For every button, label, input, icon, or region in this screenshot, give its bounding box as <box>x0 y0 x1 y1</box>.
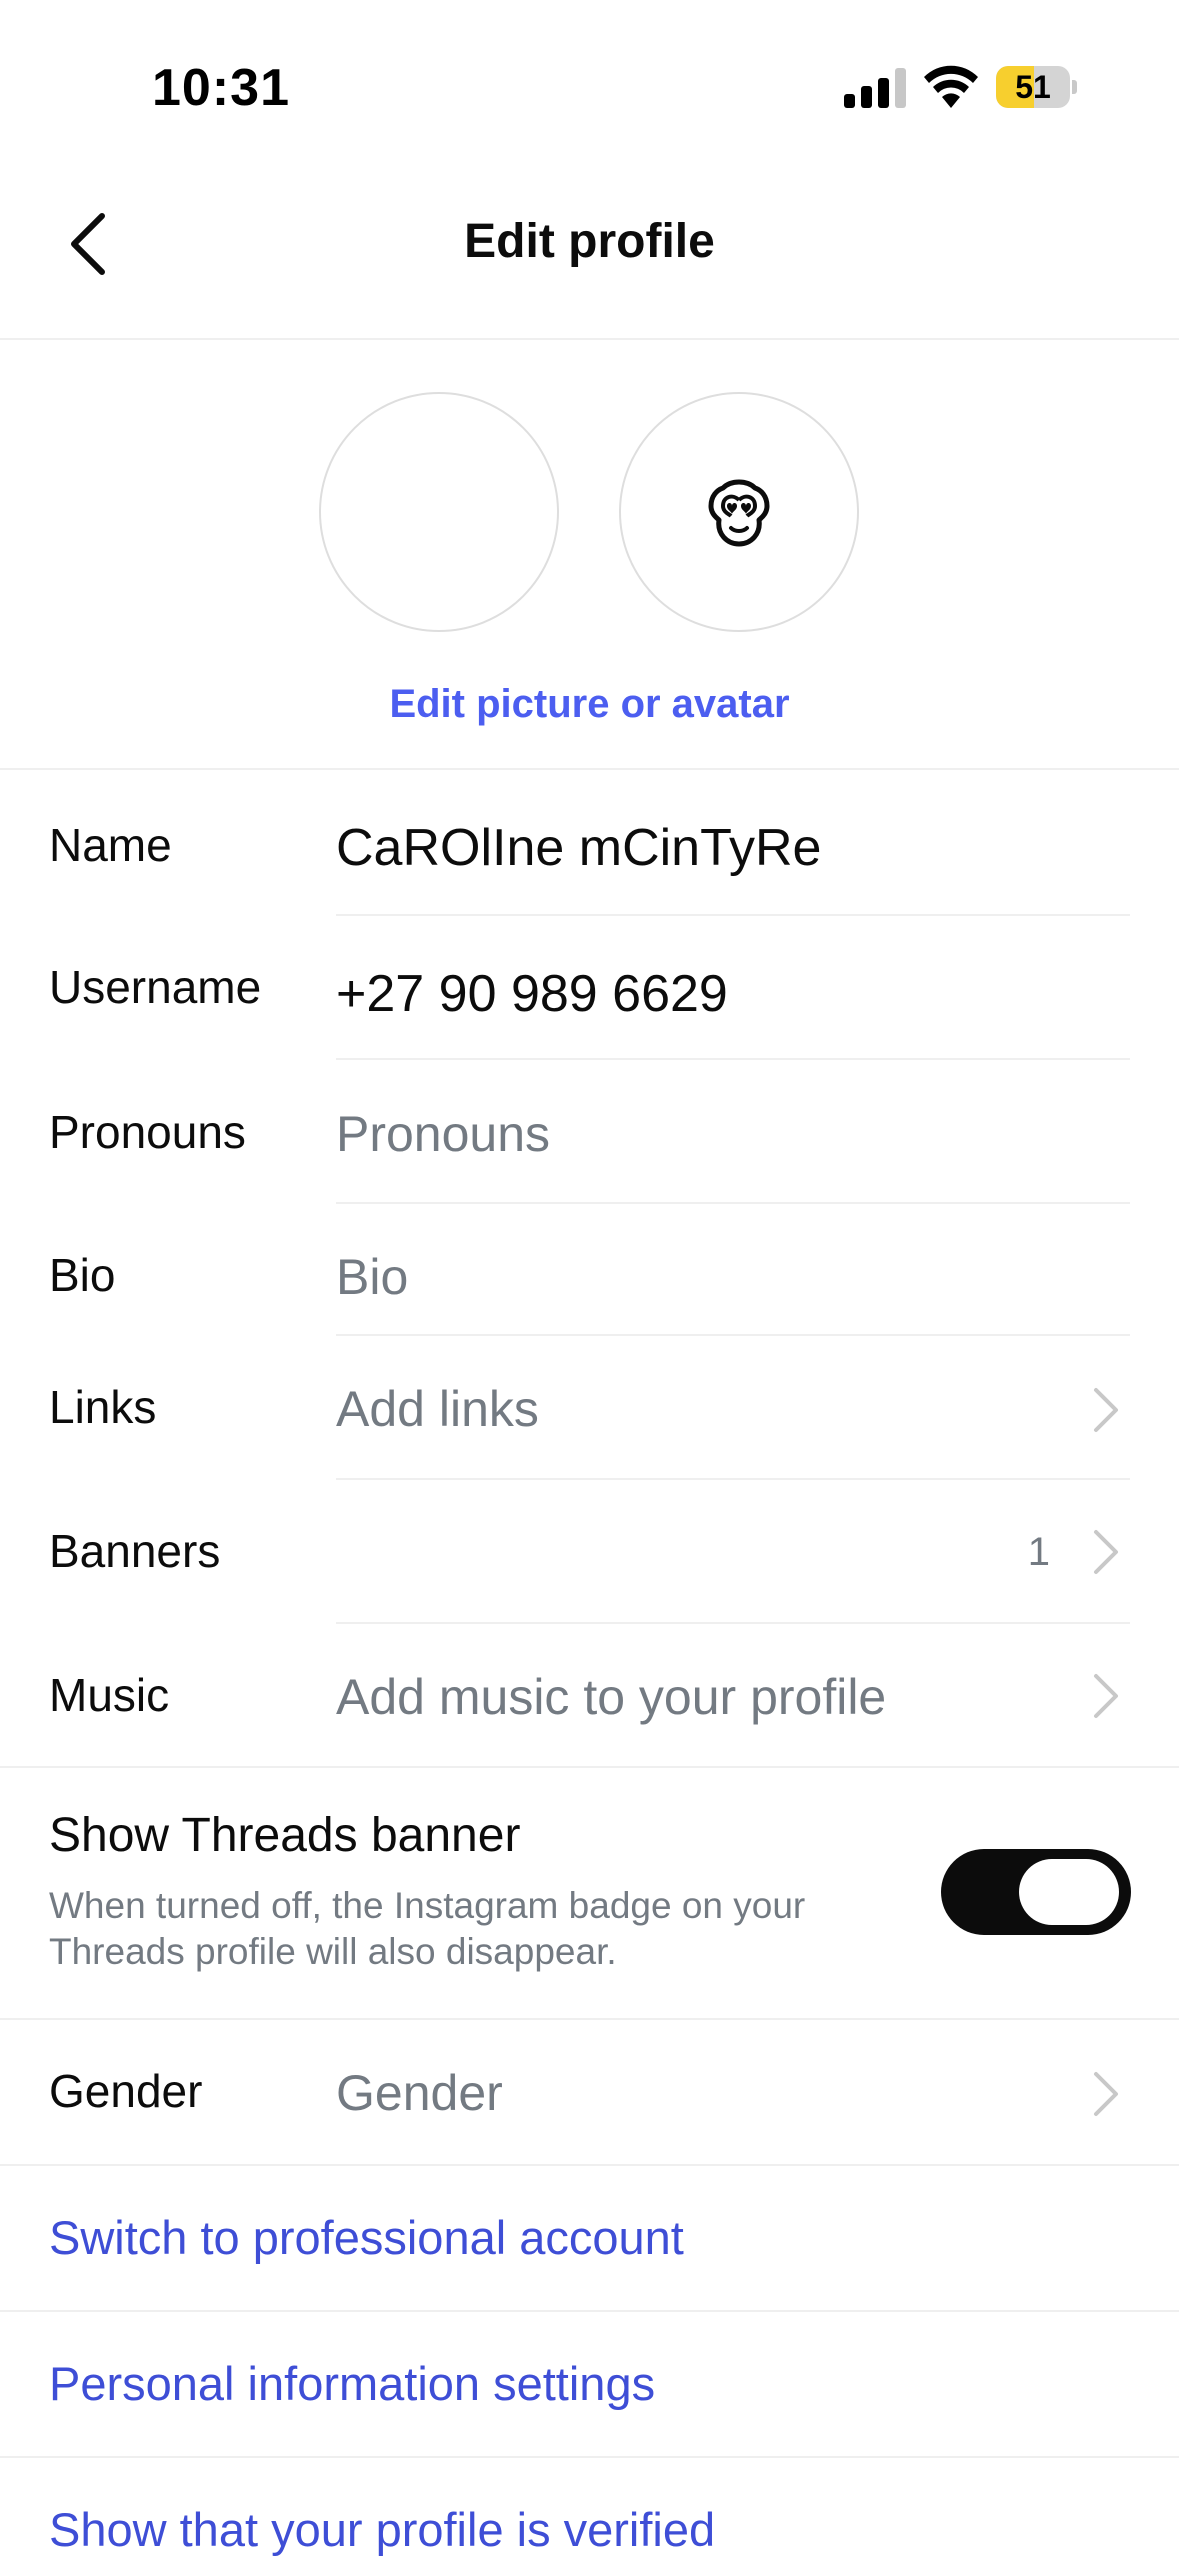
switch-professional-link[interactable]: Switch to professional account <box>49 2210 684 2265</box>
chevron-right-icon <box>1094 1388 1118 1432</box>
wifi-icon <box>924 65 978 108</box>
header: Edit profile <box>0 150 1179 340</box>
threads-banner-toggle[interactable] <box>941 1849 1131 1935</box>
name-input[interactable]: CaROlIne mCinTyRe <box>336 818 821 878</box>
gender-label: Gender <box>49 2065 203 2117</box>
name-label: Name <box>49 819 172 871</box>
profile-picture[interactable] <box>319 392 559 632</box>
avatar-section: Edit picture or avatar <box>0 340 1179 770</box>
section-divider <box>0 2164 1179 2166</box>
divider <box>336 1478 1130 1480</box>
username-label: Username <box>49 961 262 1013</box>
page-title: Edit profile <box>464 215 715 268</box>
chevron-right-icon <box>1094 1530 1118 1574</box>
gender-input[interactable]: Gender <box>336 2064 503 2122</box>
threads-banner-description: When turned off, the Instagram badge on … <box>49 1885 806 1972</box>
chevron-right-icon <box>1094 1674 1118 1718</box>
music-input[interactable]: Add music to your profile <box>336 1668 886 1726</box>
username-input[interactable]: +27 90 989 6629 <box>336 964 728 1024</box>
threads-banner-title: Show Threads banner <box>49 1809 521 1862</box>
status-bar: 10:31 51 <box>0 0 1179 150</box>
avatar-preview[interactable] <box>619 392 859 632</box>
divider <box>336 914 1130 916</box>
cellular-signal-icon <box>844 68 906 108</box>
section-divider <box>0 2018 1179 2020</box>
pronouns-input[interactable]: Pronouns <box>336 1105 550 1163</box>
divider <box>336 1622 1130 1624</box>
section-divider <box>0 1766 1179 1768</box>
chevron-right-icon <box>1094 2072 1118 2116</box>
edit-picture-link[interactable]: Edit picture or avatar <box>0 682 1179 727</box>
battery-percent: 51 <box>1015 69 1051 105</box>
monkey-heart-eyes-icon <box>708 479 770 547</box>
section-divider <box>0 2310 1179 2312</box>
links-label: Links <box>49 1381 157 1433</box>
verified-profile-link[interactable]: Show that your profile is verified <box>49 2502 715 2556</box>
personal-info-link[interactable]: Personal information settings <box>49 2356 655 2411</box>
music-label: Music <box>49 1669 170 1721</box>
banners-count: 1 <box>1027 1530 1050 1574</box>
bio-input[interactable]: Bio <box>336 1248 408 1306</box>
divider <box>336 1202 1130 1204</box>
banners-label: Banners <box>49 1525 221 1577</box>
pronouns-label: Pronouns <box>49 1106 246 1158</box>
status-time: 10:31 <box>152 59 290 117</box>
battery-indicator: 51 <box>996 66 1077 108</box>
links-input[interactable]: Add links <box>336 1380 539 1438</box>
section-divider <box>0 2456 1179 2458</box>
bio-label: Bio <box>49 1249 116 1301</box>
toggle-knob <box>1019 1859 1119 1925</box>
divider <box>336 1334 1130 1336</box>
divider <box>336 1058 1130 1060</box>
